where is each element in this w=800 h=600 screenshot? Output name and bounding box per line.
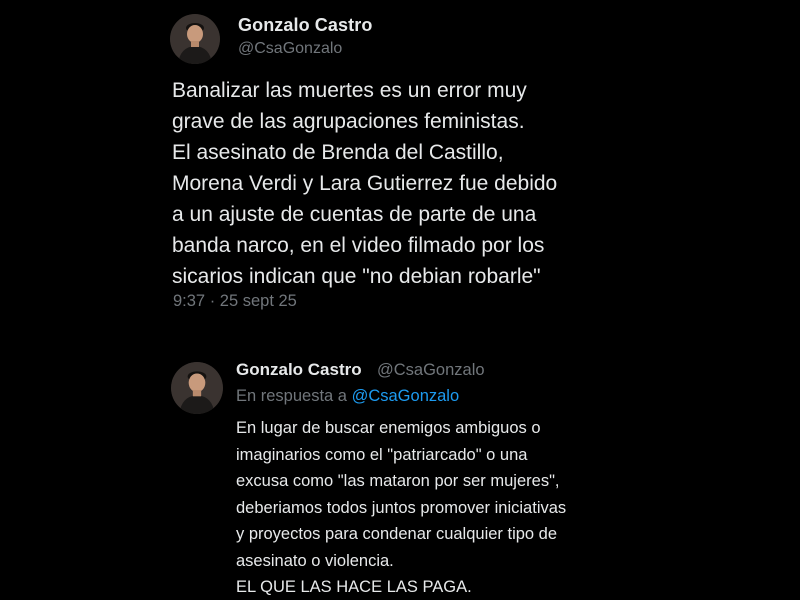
reply-tweet-text-line: deberiamos todos juntos promover iniciat… bbox=[236, 498, 567, 517]
main-tweet-author-handle[interactable]: @CsaGonzalo bbox=[238, 40, 342, 58]
reply-tweet-text: En lugar de buscar enemigos ambiguos o i… bbox=[236, 415, 656, 600]
main-tweet-timestamp[interactable]: 9:37 · 25 sept 25 bbox=[173, 292, 297, 311]
main-tweet-text-line: sicarios indican que "no debian robarle" bbox=[172, 265, 541, 288]
main-tweet-text-line: Banalizar las muertes es un error muy bbox=[172, 79, 527, 102]
main-tweet-text-line: a un ajuste de cuentas de parte de una bbox=[172, 203, 537, 226]
reply-tweet-text-line: EL QUE LAS HACE LAS PAGA. bbox=[236, 578, 472, 596]
user-avatar-icon bbox=[171, 362, 223, 414]
reply-to-mention-link[interactable]: @CsaGonzalo bbox=[352, 387, 460, 405]
main-tweet-text-line: grave de las agrupaciones feministas. bbox=[172, 110, 525, 133]
reply-tweet-text-line: y proyectos para condenar cualquier tipo… bbox=[236, 525, 558, 543]
main-tweet-author-name[interactable]: Gonzalo Castro bbox=[238, 15, 372, 36]
reply-tweet-avatar[interactable] bbox=[171, 362, 223, 414]
reply-tweet-text-line: excusa como "las mataron por ser mujeres… bbox=[236, 472, 560, 490]
main-tweet-text-line: banda narco, en el video filmado por los bbox=[172, 234, 545, 257]
reply-tweet-text-line: imaginarios como el "patriarcado" o una bbox=[236, 445, 528, 464]
main-tweet-text: Banalizar las muertes es un error muy gr… bbox=[172, 75, 612, 292]
user-avatar-icon bbox=[170, 14, 220, 64]
reply-tweet-text-line: En lugar de buscar enemigos ambiguos o bbox=[236, 419, 541, 437]
reply-tweet-author-name[interactable]: Gonzalo Castro bbox=[236, 360, 362, 380]
reply-context-prefix: En respuesta a bbox=[236, 387, 347, 405]
main-tweet-avatar[interactable] bbox=[170, 14, 220, 64]
reply-context: En respuesta a @CsaGonzalo bbox=[236, 387, 459, 406]
reply-tweet-author-handle[interactable]: @CsaGonzalo bbox=[377, 361, 485, 380]
main-tweet-text-line: El asesinato de Brenda del Castillo, bbox=[172, 141, 504, 164]
main-tweet-text-line: Morena Verdi y Lara Gutierrez fue debido bbox=[172, 172, 558, 195]
reply-tweet-text-line: asesinato o violencia. bbox=[236, 551, 394, 570]
tweet-thread: Gonzalo Castro @CsaGonzalo Banalizar las… bbox=[0, 0, 800, 600]
